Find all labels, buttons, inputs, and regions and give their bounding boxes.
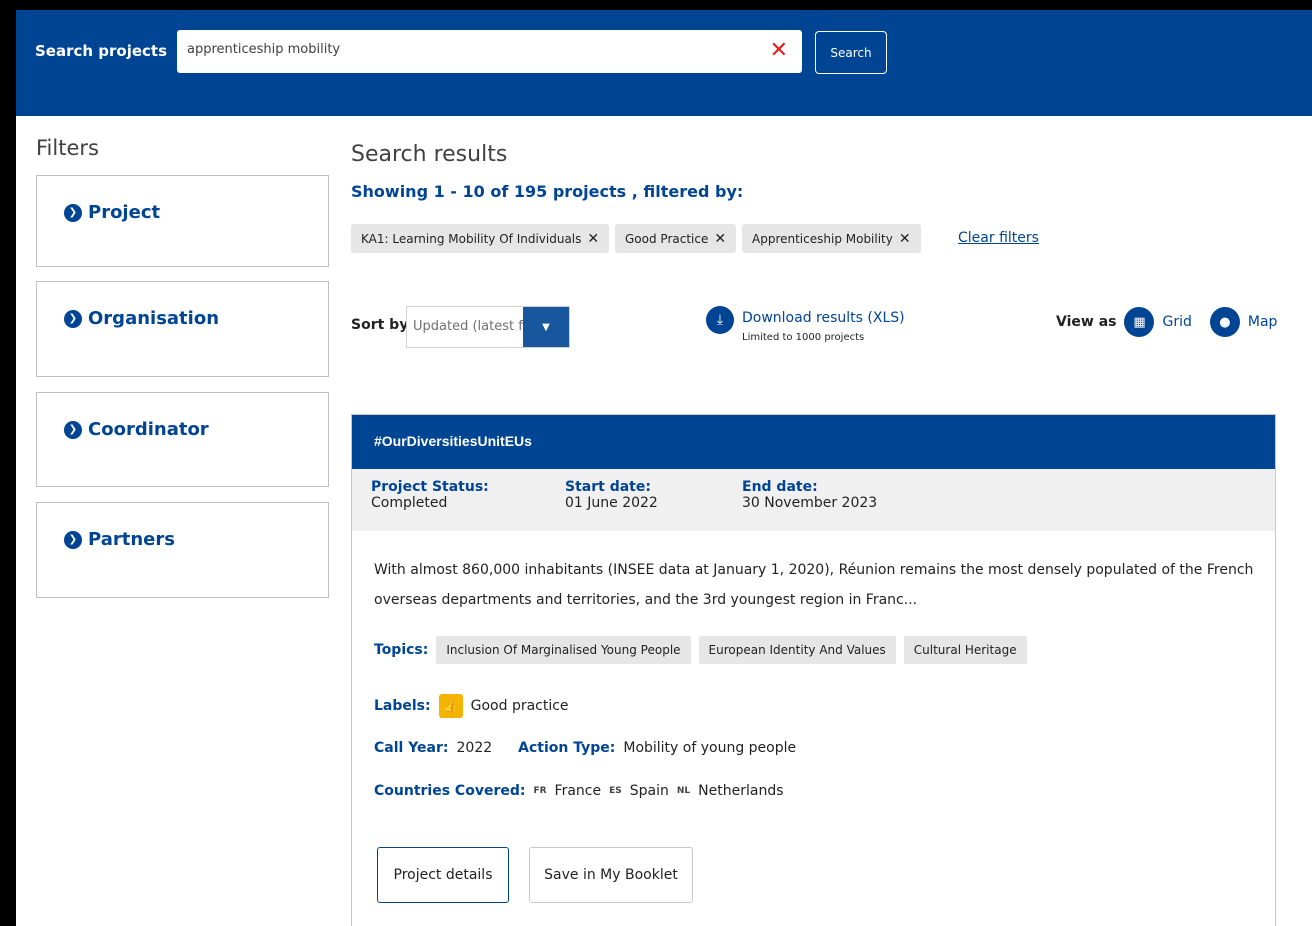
- card-header: #OurDiversitiesUnitEUs: [352, 415, 1275, 469]
- call-year-label: Call Year:: [374, 740, 449, 756]
- search-input[interactable]: [187, 42, 747, 57]
- start-label: Start date:: [565, 479, 651, 495]
- country-name: Spain: [629, 783, 669, 799]
- filter-label: Coordinator: [88, 419, 209, 440]
- project-meta: Project Status: Completed Start date: 01 J…: [352, 469, 1275, 531]
- view-as-label: View as: [1056, 314, 1117, 330]
- remove-chip-icon[interactable]: ✕: [714, 231, 726, 247]
- end-col: End date: 30 November 2023: [742, 479, 877, 511]
- view-as: View as ▦ Grid ● Map: [1056, 307, 1277, 337]
- end-label: End date:: [742, 479, 818, 495]
- chevron-right-icon: ❯: [64, 530, 82, 549]
- chevron-right-icon: ❯: [64, 309, 82, 328]
- map-pin-icon[interactable]: ●: [1209, 307, 1240, 337]
- status-value: Completed: [371, 495, 448, 511]
- action-type-label: Action Type:: [518, 740, 616, 756]
- clear-filters-link[interactable]: Clear filters: [958, 230, 1039, 246]
- project-card: #OurDiversitiesUnitEUs Project Status: Co…: [351, 414, 1276, 926]
- filters-title: Filters: [36, 136, 99, 160]
- end-value: 30 November 2023: [742, 495, 878, 511]
- search-box[interactable]: ✕: [177, 30, 802, 73]
- countries-row: Countries Covered: FR France ES Spain NL Ne…: [374, 783, 784, 799]
- country-name: France: [554, 783, 602, 799]
- topic-tag: Cultural Heritage: [903, 636, 1027, 664]
- download-note: Limited to 1000 projects: [742, 332, 865, 343]
- page: Search projects ✕ Search Filters ❯ Projec…: [16, 10, 1312, 926]
- project-title[interactable]: #OurDiversitiesUnitEUs: [374, 433, 532, 449]
- chevron-right-icon: ❯: [64, 203, 82, 222]
- action-type-value: Mobility of young people: [623, 740, 797, 756]
- view-grid-link[interactable]: Grid: [1162, 314, 1191, 330]
- label-value: Good practice: [470, 698, 569, 714]
- call-action-row: Call Year: 2022 Action Type: Mobility of…: [374, 740, 796, 756]
- search-button[interactable]: Search: [815, 31, 887, 74]
- status-col: Project Status: Completed: [371, 479, 489, 511]
- filter-chip[interactable]: KA1: Learning Mobility Of Individuals ✕: [351, 224, 610, 253]
- download-link[interactable]: Download results (XLS): [742, 306, 905, 326]
- filter-label: Organisation: [88, 308, 220, 329]
- topics-row: Topics: Inclusion Of Marginalised Young …: [374, 636, 1027, 664]
- project-details-button[interactable]: Project details: [377, 847, 509, 903]
- search-label: Search projects: [35, 42, 168, 60]
- call-year-value: 2022: [456, 740, 493, 756]
- start-col: Start date: 01 June 2022: [565, 479, 658, 511]
- sort-value: Updated (latest first): [413, 319, 523, 334]
- filter-project[interactable]: ❯ Project: [36, 175, 329, 267]
- labels-label: Labels:: [374, 698, 431, 714]
- chevron-right-icon: ❯: [64, 420, 82, 439]
- country-code: ES: [609, 786, 622, 796]
- caret-down-icon: ▼: [523, 307, 569, 347]
- countries-label: Countries Covered:: [374, 783, 526, 799]
- thumbs-up-icon: 👍: [438, 694, 463, 718]
- project-description: With almost 860,000 inhabitants (INSEE d…: [374, 562, 1254, 608]
- topic-tag: Inclusion Of Marginalised Young People: [436, 636, 691, 664]
- remove-chip-icon[interactable]: ✕: [587, 231, 599, 247]
- download-results[interactable]: ⤓ Download results (XLS) Limited to 1000…: [706, 306, 905, 343]
- top-search-bar: Search projects ✕ Search: [16, 10, 1312, 116]
- filter-label: Project: [88, 202, 161, 223]
- filter-label: Partners: [88, 529, 175, 550]
- country-code: NL: [676, 786, 691, 796]
- chip-label: Apprenticeship Mobility: [752, 231, 893, 246]
- remove-chip-icon[interactable]: ✕: [899, 231, 911, 247]
- chip-label: Good Practice: [625, 231, 709, 246]
- clear-search-icon[interactable]: ✕: [770, 38, 788, 63]
- filter-chip[interactable]: Good Practice ✕: [615, 224, 737, 253]
- country-name: Netherlands: [698, 783, 784, 799]
- filter-organisation[interactable]: ❯ Organisation: [36, 281, 329, 377]
- view-map-link[interactable]: Map: [1248, 314, 1278, 330]
- grid-icon[interactable]: ▦: [1124, 307, 1155, 337]
- results-count: Showing 1 - 10 of 195 projects , filtere…: [351, 182, 744, 201]
- labels-row: Labels: 👍 Good practice: [374, 694, 569, 718]
- download-icon: ⤓: [706, 306, 734, 334]
- filter-chip[interactable]: Apprenticeship Mobility ✕: [742, 224, 921, 253]
- sort-select[interactable]: Updated (latest first) ▼: [406, 306, 570, 348]
- filter-partners[interactable]: ❯ Partners: [36, 502, 329, 598]
- status-label: Project Status:: [371, 479, 489, 495]
- topics-label: Topics:: [374, 642, 429, 658]
- topic-tag: European Identity And Values: [698, 636, 896, 664]
- sort-label: Sort by: [351, 317, 409, 333]
- save-booklet-button[interactable]: Save in My Booklet: [529, 847, 693, 903]
- chip-label: KA1: Learning Mobility Of Individuals: [361, 231, 582, 246]
- start-value: 01 June 2022: [565, 495, 658, 511]
- results-title: Search results: [351, 142, 508, 167]
- country-code: FR: [533, 786, 547, 796]
- filter-coordinator[interactable]: ❯ Coordinator: [36, 392, 329, 487]
